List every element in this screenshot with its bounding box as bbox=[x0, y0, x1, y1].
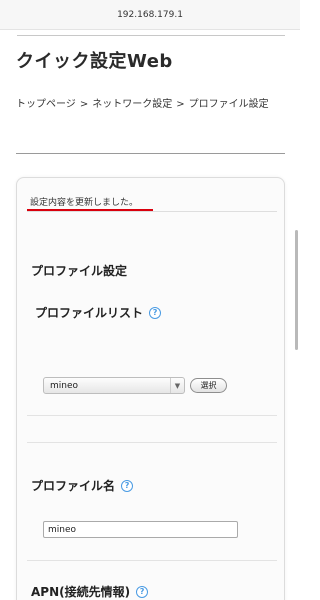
breadcrumb-divider bbox=[16, 153, 285, 154]
header-top-divider bbox=[17, 35, 285, 36]
browser-url-bar[interactable]: 192.168.179.1 bbox=[0, 0, 300, 30]
page: クイック設定Web トップページ > ネットワーク設定 > プロファイル設定 設定内容を… bbox=[0, 30, 300, 600]
question-circle-icon[interactable]: ? bbox=[121, 479, 134, 492]
profile-select-value: mineo bbox=[50, 380, 79, 391]
profile-name-label: プロファイル名 ? bbox=[31, 477, 134, 494]
section-title: プロファイル設定 bbox=[31, 264, 128, 278]
breadcrumb-separator: > bbox=[176, 99, 185, 110]
apn-label-text: APN(接続先情報) bbox=[31, 585, 131, 599]
notice-divider bbox=[27, 211, 277, 212]
profile-list-label: プロファイルリスト ? bbox=[35, 304, 162, 321]
section-divider bbox=[27, 442, 277, 443]
breadcrumb-item-network[interactable]: ネットワーク設定 bbox=[92, 99, 172, 110]
profile-name-label-text: プロファイル名 bbox=[31, 479, 116, 493]
chevron-down-icon: ▼ bbox=[170, 378, 184, 393]
section-divider bbox=[27, 415, 277, 416]
select-profile-button[interactable]: 選択 bbox=[190, 378, 227, 393]
scrollbar[interactable] bbox=[295, 230, 298, 350]
settings-card: 設定内容を更新しました。 プロファイル設定 プロファイルリスト ? mineo … bbox=[16, 177, 285, 600]
breadcrumb-separator: > bbox=[79, 99, 89, 110]
profile-list-label-text: プロファイルリスト bbox=[35, 306, 144, 320]
apn-label: APN(接続先情報) ? bbox=[31, 583, 149, 600]
profile-name-input[interactable] bbox=[43, 521, 238, 538]
url-text[interactable]: 192.168.179.1 bbox=[117, 10, 183, 20]
breadcrumb: トップページ > ネットワーク設定 > プロファイル設定 bbox=[16, 96, 288, 113]
app-title: クイック設定Web bbox=[16, 51, 173, 72]
update-notice: 設定内容を更新しました。 bbox=[30, 198, 139, 208]
profile-select[interactable]: mineo ▼ bbox=[43, 377, 185, 394]
section-divider bbox=[27, 560, 277, 561]
question-circle-icon[interactable]: ? bbox=[136, 585, 149, 598]
breadcrumb-item-top[interactable]: トップページ bbox=[16, 99, 76, 110]
question-circle-icon[interactable]: ? bbox=[149, 306, 162, 319]
breadcrumb-item-profile: プロファイル設定 bbox=[188, 99, 269, 110]
